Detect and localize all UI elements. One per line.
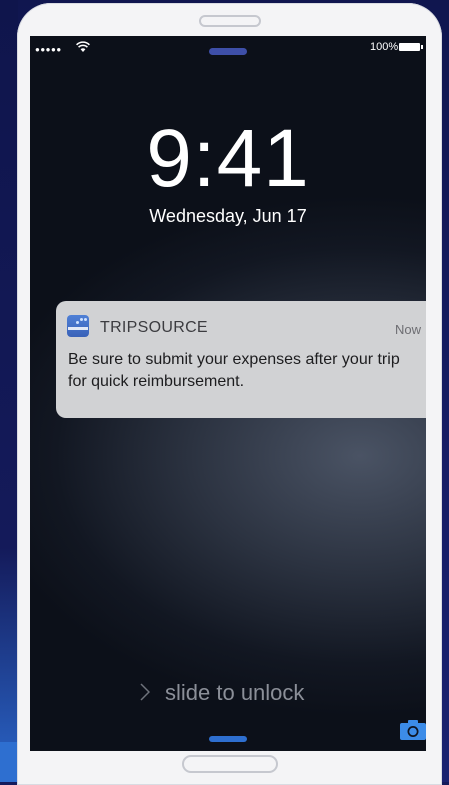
app-icon-dots (76, 318, 87, 324)
notification-app-name: TRIPSOURCE (100, 319, 208, 336)
lock-screen-time: 9:41 (146, 113, 310, 204)
camera-icon[interactable] (399, 719, 426, 741)
battery-percentage: 100% (370, 41, 399, 53)
battery-icon (399, 43, 423, 51)
status-bar: ●●●●● 100% (30, 36, 426, 62)
push-notification[interactable]: TRIPSOURCE Now Be sure to submit your ex… (56, 301, 426, 418)
app-icon-wordmark (68, 327, 88, 330)
notification-timestamp: Now (394, 322, 421, 337)
home-indicator-pill (209, 736, 247, 742)
lock-screen-date: Wednesday, Jun 17 (149, 206, 307, 226)
left-edge-accent (0, 742, 18, 782)
tripsource-app-icon (67, 315, 89, 337)
notification-message: Be sure to submit your expenses after yo… (68, 351, 400, 390)
signal-strength-icon: ●●●●● (35, 45, 62, 54)
lock-screen: ●●●●● 100% 9:41 Wednesday, Jun 17 TRIPSO… (30, 36, 426, 751)
wifi-icon (76, 41, 90, 52)
top-indicator-pill (209, 48, 247, 55)
left-edge-strip (0, 0, 18, 782)
chevron-right-icon (140, 683, 150, 701)
home-button[interactable] (182, 755, 278, 773)
earpiece-speaker (199, 15, 261, 27)
phone-frame: ●●●●● 100% 9:41 Wednesday, Jun 17 TRIPSO… (17, 3, 442, 785)
slide-to-unlock-label: slide to unlock (165, 680, 305, 705)
